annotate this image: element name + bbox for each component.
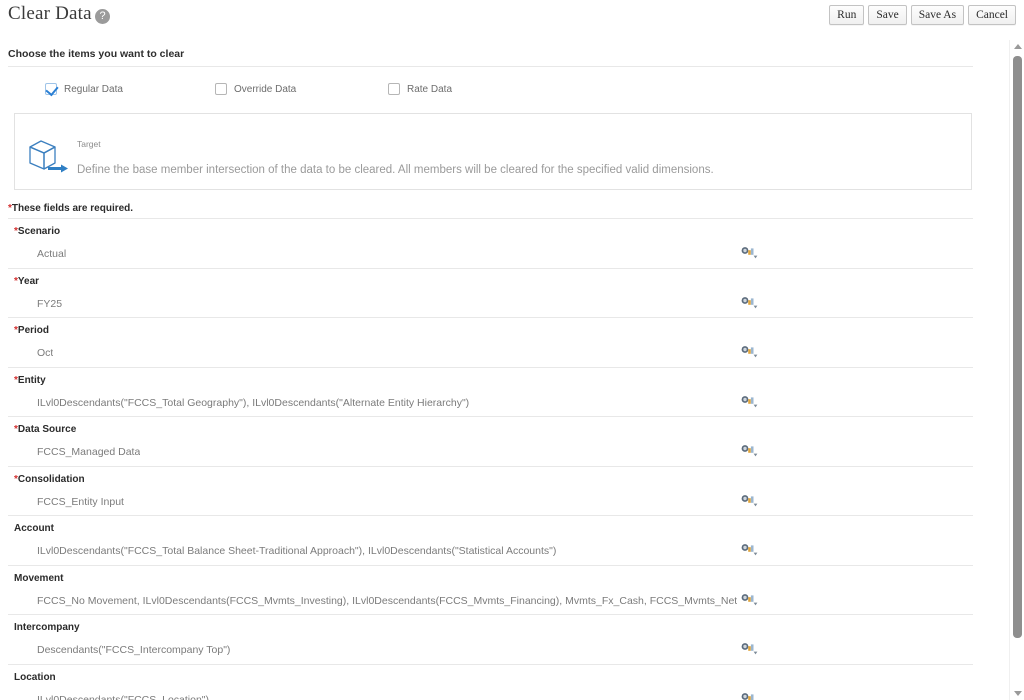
dimension-field-label-text: Year <box>18 276 39 287</box>
checkbox-box-icon <box>215 83 227 95</box>
dimension-field-row: Location ILvl0Descendants("FCCS_Location"… <box>0 664 1000 700</box>
row-divider <box>8 565 973 566</box>
checkbox-box-icon <box>388 83 400 95</box>
checkmark-icon <box>45 83 57 95</box>
target-panel: Target Define the base member intersecti… <box>14 113 972 190</box>
required-fields-note: *These fields are required. <box>8 203 133 214</box>
dimension-field-label-text: Scenario <box>18 226 60 237</box>
dimension-field-row: *Year FY25 <box>0 268 1000 318</box>
dimension-field-label: *Entity <box>14 375 46 386</box>
member-selector-icon[interactable] <box>741 296 758 309</box>
row-divider <box>8 416 973 417</box>
row-divider <box>8 466 973 467</box>
row-divider <box>8 367 973 368</box>
checkbox-regular-data-label: Regular Data <box>64 84 123 95</box>
checkbox-rate-data[interactable]: Rate Data <box>388 83 452 95</box>
subtitle-divider <box>8 66 973 67</box>
row-divider <box>8 268 973 269</box>
cancel-button[interactable]: Cancel <box>968 5 1016 25</box>
dimension-field-value[interactable]: Descendants("FCCS_Intercompany Top") <box>37 644 230 656</box>
member-selector-icon[interactable] <box>741 444 758 457</box>
dimension-field-label-text: Intercompany <box>14 622 80 633</box>
member-selector-icon[interactable] <box>741 692 758 700</box>
dimension-field-label: Account <box>14 523 54 534</box>
row-divider <box>8 515 973 516</box>
member-selector-icon[interactable] <box>741 543 758 556</box>
dimension-field-value[interactable]: FCCS_Managed Data <box>37 446 140 458</box>
dimension-field-label: Location <box>14 672 56 683</box>
dimension-field-value[interactable]: ILvl0Descendants("FCCS_Location") <box>37 694 209 700</box>
save-as-button[interactable]: Save As <box>911 5 964 25</box>
help-circle-icon[interactable]: ? <box>95 9 110 24</box>
cube-export-icon <box>26 136 70 176</box>
dimension-field-label-text: Consolidation <box>18 474 85 485</box>
dimension-field-row: *Scenario Actual <box>0 218 1000 268</box>
dimension-field-value[interactable]: Oct <box>37 347 53 359</box>
target-panel-description: Define the base member intersection of t… <box>77 164 714 176</box>
dimension-field-row: *Data Source FCCS_Managed Data <box>0 416 1000 466</box>
scrollbar-thumb[interactable] <box>1013 56 1022 638</box>
dimension-field-row: Account ILvl0Descendants("FCCS_Total Bala… <box>0 515 1000 565</box>
checkbox-override-data-label: Override Data <box>234 84 296 95</box>
checkbox-override-data[interactable]: Override Data <box>215 83 296 95</box>
header-action-buttons: Run Save Save As Cancel <box>829 5 1016 25</box>
dimension-field-row: Movement FCCS_No Movement, ILvl0Descendan… <box>0 565 1000 615</box>
dimension-field-label: Movement <box>14 573 63 584</box>
dimension-field-label-text: Account <box>14 523 54 534</box>
dimension-field-label-text: Movement <box>14 573 63 584</box>
dimension-field-label: *Year <box>14 276 39 287</box>
dimension-field-label: *Scenario <box>14 226 60 237</box>
dimension-field-label: *Consolidation <box>14 474 85 485</box>
member-selector-icon[interactable] <box>741 642 758 655</box>
member-selector-icon[interactable] <box>741 345 758 358</box>
checkbox-regular-data[interactable]: Regular Data <box>45 83 123 95</box>
page-title: Clear Data <box>8 3 92 25</box>
dimension-field-label-text: Data Source <box>18 424 76 435</box>
dimension-field-label: Intercompany <box>14 622 80 633</box>
row-divider <box>8 218 973 219</box>
dimension-field-value[interactable]: ILvl0Descendants("FCCS_Total Balance She… <box>37 545 556 557</box>
dimension-field-label: *Data Source <box>14 424 76 435</box>
member-selector-icon[interactable] <box>741 494 758 507</box>
member-selector-icon[interactable] <box>741 395 758 408</box>
dimension-field-value[interactable]: ILvl0Descendants("FCCS_Total Geography")… <box>37 397 469 409</box>
dimension-field-value[interactable]: Actual <box>37 248 66 260</box>
row-divider <box>8 664 973 665</box>
target-panel-label: Target <box>77 139 101 149</box>
dimension-field-label-text: Location <box>14 672 56 683</box>
save-button[interactable]: Save <box>868 5 906 25</box>
member-selector-icon[interactable] <box>741 593 758 606</box>
scroll-down-arrow-icon[interactable] <box>1010 687 1024 700</box>
clear-options-group: Regular Data Override Data Rate Data <box>0 83 1000 103</box>
scroll-up-arrow-icon[interactable] <box>1010 40 1024 53</box>
page-header: Clear Data ? Run Save Save As Cancel <box>0 0 1024 36</box>
dimension-field-row: *Entity ILvl0Descendants("FCCS_Total Geog… <box>0 367 1000 417</box>
row-divider <box>8 317 973 318</box>
vertical-scrollbar[interactable] <box>1009 40 1024 700</box>
run-button[interactable]: Run <box>829 5 864 25</box>
dimension-field-value[interactable]: FCCS_Entity Input <box>37 496 124 508</box>
required-note-text: These fields are required. <box>12 203 133 214</box>
dimension-field-label-text: Entity <box>18 375 46 386</box>
member-selector-icon[interactable] <box>741 246 758 259</box>
dimension-field-row: Intercompany Descendants("FCCS_Intercompa… <box>0 614 1000 664</box>
dimension-field-row: *Period Oct <box>0 317 1000 367</box>
section-subtitle: Choose the items you want to clear <box>8 48 184 60</box>
dimension-field-row: *Consolidation FCCS_Entity Input <box>0 466 1000 516</box>
dimension-field-label: *Period <box>14 325 49 336</box>
dimension-field-value[interactable]: FCCS_No Movement, ILvl0Descendants(FCCS_… <box>37 595 737 607</box>
dimension-fields-list: *Scenario Actual *Year FY25 *Period Oct *Entit… <box>0 218 1000 700</box>
row-divider <box>8 614 973 615</box>
checkbox-rate-data-label: Rate Data <box>407 84 452 95</box>
clear-data-page: Clear Data ? Run Save Save As Cancel Cho… <box>0 0 1024 700</box>
dimension-field-value[interactable]: FY25 <box>37 298 62 310</box>
dimension-field-label-text: Period <box>18 325 49 336</box>
